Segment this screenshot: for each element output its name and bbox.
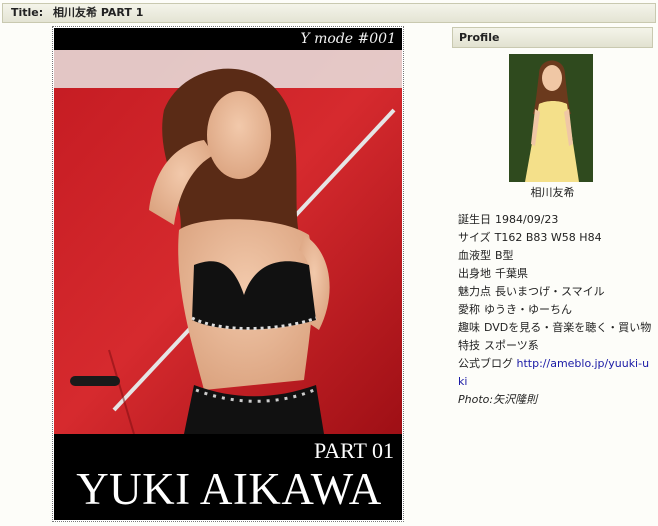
profile-value: ゆうき・ゆーちん bbox=[484, 303, 572, 316]
profile-key: 特技 bbox=[458, 339, 480, 352]
profile-row-skill: 特技 スポーツ系 bbox=[458, 337, 653, 355]
title-label: Title: bbox=[11, 6, 44, 19]
profile-row-blog: 公式ブログ http://ameblo.jp/yuuki-uki bbox=[458, 355, 653, 391]
profile-row-charm-point: 魅力点 長いまつげ・スマイル bbox=[458, 283, 653, 301]
profile-value: DVDを見る・音楽を聴く・買い物 bbox=[484, 321, 652, 334]
photo-credit: Photo:矢沢隆則 bbox=[458, 393, 538, 406]
profile-row-blood-type: 血液型 B型 bbox=[458, 247, 653, 265]
profile-value: 千葉県 bbox=[495, 267, 528, 280]
profile-row-nickname: 愛称 ゆうき・ゆーちん bbox=[458, 301, 653, 319]
profile-key: 魅力点 bbox=[458, 285, 491, 298]
profile-key: 血液型 bbox=[458, 249, 491, 262]
blog-label: 公式ブログ bbox=[458, 357, 513, 370]
profile-value: T162 B83 W58 H84 bbox=[494, 231, 602, 244]
title-value: 相川友希 PART 1 bbox=[53, 6, 144, 19]
profile-value: スポーツ系 bbox=[484, 339, 539, 352]
profile-row-size: サイズ T162 B83 W58 H84 bbox=[458, 229, 653, 247]
page: Title: 相川友希 PART 1 Y mode #001 PART 01 Y… bbox=[0, 0, 658, 526]
cover-frame: Y mode #001 PART 01 YUKI AIKAWA bbox=[54, 28, 402, 520]
profile-row-hometown: 出身地 千葉県 bbox=[458, 265, 653, 283]
cover-series-label: Y mode #001 bbox=[54, 28, 402, 50]
profile-key: 趣味 bbox=[458, 321, 480, 334]
cover-title-block: PART 01 YUKI AIKAWA bbox=[54, 434, 402, 520]
profile-thumbnail[interactable] bbox=[509, 54, 593, 182]
cover-model-name: YUKI AIKAWA bbox=[76, 464, 382, 514]
profile-key: 誕生日 bbox=[458, 213, 491, 226]
profile-row-birthday: 誕生日 1984/09/23 bbox=[458, 211, 653, 229]
profile-value: 長いまつげ・スマイル bbox=[495, 285, 605, 298]
title-bar: Title: 相川友希 PART 1 bbox=[2, 3, 656, 23]
cover-image[interactable]: Y mode #001 PART 01 YUKI AIKAWA bbox=[52, 26, 404, 522]
cover-photo bbox=[54, 50, 402, 434]
profile-key: サイズ bbox=[458, 231, 491, 244]
profile-row-hobby: 趣味 DVDを見る・音楽を聴く・買い物 bbox=[458, 319, 653, 337]
profile-info: 誕生日 1984/09/23 サイズ T162 B83 W58 H84 血液型 B型 … bbox=[458, 211, 653, 409]
profile-value: B型 bbox=[495, 249, 514, 262]
profile-key: 出身地 bbox=[458, 267, 491, 280]
cover-part-label: PART 01 bbox=[314, 438, 394, 463]
profile-value: 1984/09/23 bbox=[495, 213, 559, 226]
profile-header: Profile bbox=[452, 27, 653, 48]
profile-name-caption: 相川友希 bbox=[530, 186, 575, 199]
profile-key: 愛称 bbox=[458, 303, 480, 316]
